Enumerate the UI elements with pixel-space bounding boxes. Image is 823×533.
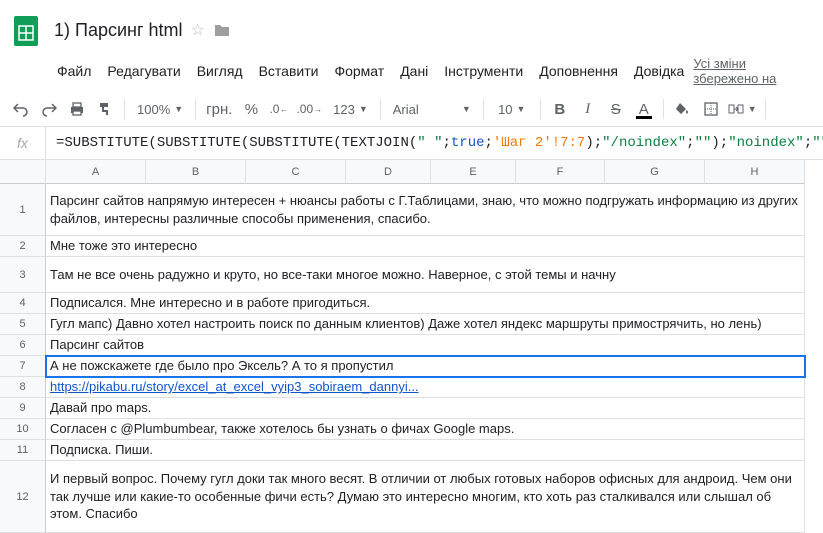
menu-format[interactable]: Формат — [327, 59, 391, 83]
formula-row: fx =SUBSTITUTE(SUBSTITUTE(SUBSTITUTE(TEX… — [0, 127, 823, 160]
row-header[interactable]: 5 — [0, 314, 46, 335]
separator — [765, 99, 766, 119]
bold-button[interactable]: B — [547, 96, 573, 122]
column-header[interactable]: D — [346, 160, 431, 184]
spreadsheet-grid[interactable]: ABCDEFGH 1Парсинг сайтов напрямую интерес… — [0, 160, 823, 533]
separator — [540, 99, 541, 119]
menu-addons[interactable]: Доповнення — [532, 59, 625, 83]
cell[interactable]: Гугл мапс) Давно хотел настроить поиск п… — [46, 314, 805, 335]
menu-bar: Файл Редагувати Вигляд Вставити Формат Д… — [8, 54, 815, 92]
italic-button[interactable]: I — [575, 96, 601, 122]
cell[interactable]: Парсинг сайтов — [46, 335, 805, 356]
cell[interactable]: Давай про maps. — [46, 398, 805, 419]
row-header[interactable]: 3 — [0, 257, 46, 293]
paint-format-button[interactable] — [92, 96, 118, 122]
decrease-decimal-button[interactable]: .0← — [266, 96, 291, 122]
column-header[interactable]: C — [246, 160, 346, 184]
merge-cells-button[interactable]: ▼ — [726, 96, 759, 122]
separator — [483, 99, 484, 119]
cell[interactable]: А не пожскажете где было про Эксель? А т… — [46, 356, 805, 377]
column-header[interactable]: G — [605, 160, 705, 184]
row-header[interactable]: 6 — [0, 335, 46, 356]
fill-color-button[interactable] — [670, 96, 696, 122]
menu-tools[interactable]: Інструменти — [437, 59, 530, 83]
row-header[interactable]: 12 — [0, 461, 46, 533]
zoom-dropdown[interactable]: 100%▼ — [131, 96, 189, 122]
cell[interactable]: https://pikabu.ru/story/excel_at_excel_v… — [46, 377, 805, 398]
folder-icon[interactable] — [213, 22, 231, 38]
print-button[interactable] — [64, 96, 90, 122]
app-header: 1) Парсинг html ☆ Файл Редагувати Вигляд… — [0, 0, 823, 92]
row-header[interactable]: 11 — [0, 440, 46, 461]
separator — [663, 99, 664, 119]
sheets-logo-icon[interactable] — [8, 12, 44, 48]
cell[interactable]: Мне тоже это интересно — [46, 236, 805, 257]
redo-button[interactable] — [36, 96, 62, 122]
cell[interactable]: Подписался. Мне интересно и в работе при… — [46, 293, 805, 314]
increase-decimal-button[interactable]: .00→ — [293, 96, 325, 122]
select-all-corner[interactable] — [0, 160, 46, 184]
column-header[interactable]: F — [516, 160, 605, 184]
menu-view[interactable]: Вигляд — [190, 59, 250, 83]
save-status[interactable]: Усі зміни збережено на — [693, 56, 815, 86]
font-dropdown[interactable]: Arial▼ — [387, 96, 477, 122]
cell[interactable]: Согласен с @Plumbumbear, также хотелось … — [46, 419, 805, 440]
menu-edit[interactable]: Редагувати — [100, 59, 187, 83]
row-header[interactable]: 7 — [0, 356, 46, 377]
currency-button[interactable]: грн. — [202, 96, 236, 122]
cell[interactable]: Парсинг сайтов напрямую интересен + нюан… — [46, 184, 805, 236]
star-icon[interactable]: ☆ — [191, 20, 205, 40]
title-row: 1) Парсинг html ☆ — [8, 8, 815, 54]
row-header[interactable]: 8 — [0, 377, 46, 398]
text-color-button[interactable]: A — [631, 96, 657, 122]
cell[interactable]: Подписка. Пиши. — [46, 440, 805, 461]
row-header[interactable]: 4 — [0, 293, 46, 314]
menu-file[interactable]: Файл — [50, 59, 98, 83]
font-size-dropdown[interactable]: 10▼ — [490, 96, 534, 122]
toolbar: 100%▼ грн. % .0← .00→ 123▼ Arial▼ 10▼ B … — [0, 92, 823, 127]
column-header[interactable]: A — [46, 160, 146, 184]
cell-link[interactable]: https://pikabu.ru/story/excel_at_excel_v… — [50, 378, 419, 396]
row-header[interactable]: 1 — [0, 184, 46, 236]
row-header[interactable]: 9 — [0, 398, 46, 419]
fx-icon: fx — [0, 127, 46, 159]
percent-button[interactable]: % — [238, 96, 264, 122]
menu-help[interactable]: Довідка — [627, 59, 691, 83]
cell[interactable]: Там не все очень радужно и круто, но все… — [46, 257, 805, 293]
menu-data[interactable]: Дані — [393, 59, 435, 83]
document-title-text[interactable]: 1) Парсинг html — [54, 20, 183, 41]
formula-bar[interactable]: =SUBSTITUTE(SUBSTITUTE(SUBSTITUTE(TEXTJO… — [46, 127, 823, 159]
strikethrough-button[interactable]: S — [603, 96, 629, 122]
row-header[interactable]: 10 — [0, 419, 46, 440]
separator — [195, 99, 196, 119]
column-header[interactable]: E — [431, 160, 516, 184]
column-header[interactable]: B — [146, 160, 246, 184]
cell[interactable]: И первый вопрос. Почему гугл доки так мн… — [46, 461, 805, 533]
separator — [124, 99, 125, 119]
borders-button[interactable] — [698, 96, 724, 122]
undo-button[interactable] — [8, 96, 34, 122]
number-format-dropdown[interactable]: 123▼ — [327, 96, 374, 122]
row-header[interactable]: 2 — [0, 236, 46, 257]
document-title[interactable]: 1) Парсинг html ☆ — [54, 20, 815, 41]
menu-insert[interactable]: Вставити — [252, 59, 326, 83]
column-header[interactable]: H — [705, 160, 805, 184]
separator — [380, 99, 381, 119]
